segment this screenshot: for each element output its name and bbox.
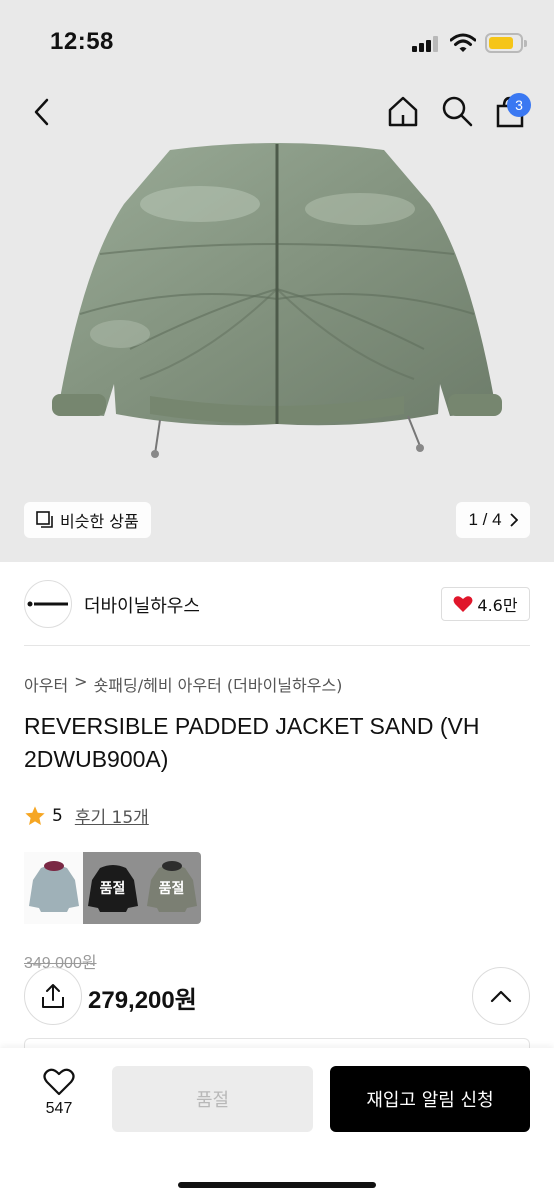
wifi-icon — [449, 32, 477, 54]
chevron-left-icon — [34, 98, 49, 126]
breadcrumb: 아우터 > 숏패딩/헤비 아우터 (더바이닐하우스) — [24, 672, 342, 696]
copy-icon — [36, 511, 53, 528]
wishlist-count: 547 — [45, 1100, 73, 1117]
star-icon — [25, 805, 45, 825]
breadcrumb-category[interactable]: 아우터 — [24, 672, 68, 696]
variant-swatch-blue[interactable] — [24, 852, 83, 924]
variant-soldout-label: 품절 — [99, 881, 126, 897]
chevron-up-icon — [490, 990, 512, 1003]
chevron-right-icon — [509, 513, 518, 527]
rating-value: 5 — [52, 805, 63, 826]
back-button[interactable] — [26, 96, 58, 128]
signal-icon — [412, 36, 440, 52]
home-button[interactable] — [386, 94, 420, 128]
product-image — [52, 143, 502, 458]
share-icon — [42, 984, 64, 1008]
heart-filled-icon — [453, 596, 473, 612]
brand-logo-mark — [27, 601, 68, 607]
breadcrumb-separator: > — [74, 672, 88, 691]
status-bar: 12:58 — [0, 0, 554, 84]
similar-products-button[interactable]: 비슷한 상품 — [24, 502, 151, 538]
brand-like-count: 4.6만 — [477, 596, 518, 615]
home-icon — [388, 96, 418, 127]
battery-icon — [485, 33, 527, 53]
product-title: REVERSIBLE PADDED JACKET SAND (VH 2DWUB9… — [24, 713, 480, 772]
brand-name[interactable]: 더바이닐하우스 — [84, 592, 200, 618]
similar-products-label: 비슷한 상품 — [60, 512, 139, 531]
sale-price: 279,200원 — [88, 987, 197, 1014]
wishlist-button[interactable]: 547 — [30, 1068, 88, 1118]
variant-thumbnail — [28, 861, 79, 912]
home-indicator — [178, 1182, 376, 1188]
breadcrumb-subcategory[interactable]: 숏패딩/헤비 아우터 (더바이닐하우스) — [94, 672, 343, 696]
status-time: 12:58 — [50, 28, 114, 55]
search-button[interactable] — [440, 94, 474, 128]
scroll-to-top-button[interactable] — [472, 967, 530, 1025]
brand-logo[interactable] — [24, 580, 72, 628]
divider — [24, 645, 530, 646]
product-rating: 5 후기 15개 — [24, 803, 149, 828]
variant-swatch-black[interactable]: 품절 — [83, 852, 142, 924]
share-button[interactable] — [24, 967, 82, 1025]
variant-soldout-label: 품절 — [158, 881, 185, 897]
brand-like-button[interactable]: 4.6만 — [441, 587, 530, 621]
restock-alert-button[interactable]: 재입고 알림 신청 — [330, 1066, 530, 1132]
product-image-gallery[interactable] — [0, 84, 554, 562]
gallery-page-indicator[interactable]: 1 / 4 — [456, 502, 530, 538]
review-count-link[interactable]: 후기 15개 — [75, 803, 149, 828]
search-icon — [442, 96, 473, 127]
color-variant-list: 품절 품절 — [24, 852, 201, 924]
variant-swatch-khaki[interactable]: 품절 — [142, 852, 201, 924]
heart-icon — [43, 1068, 75, 1096]
cart-count-badge: 3 — [507, 93, 531, 117]
page-indicator-text: 1 / 4 — [468, 510, 502, 529]
soldout-button[interactable]: 품절 — [112, 1066, 313, 1132]
